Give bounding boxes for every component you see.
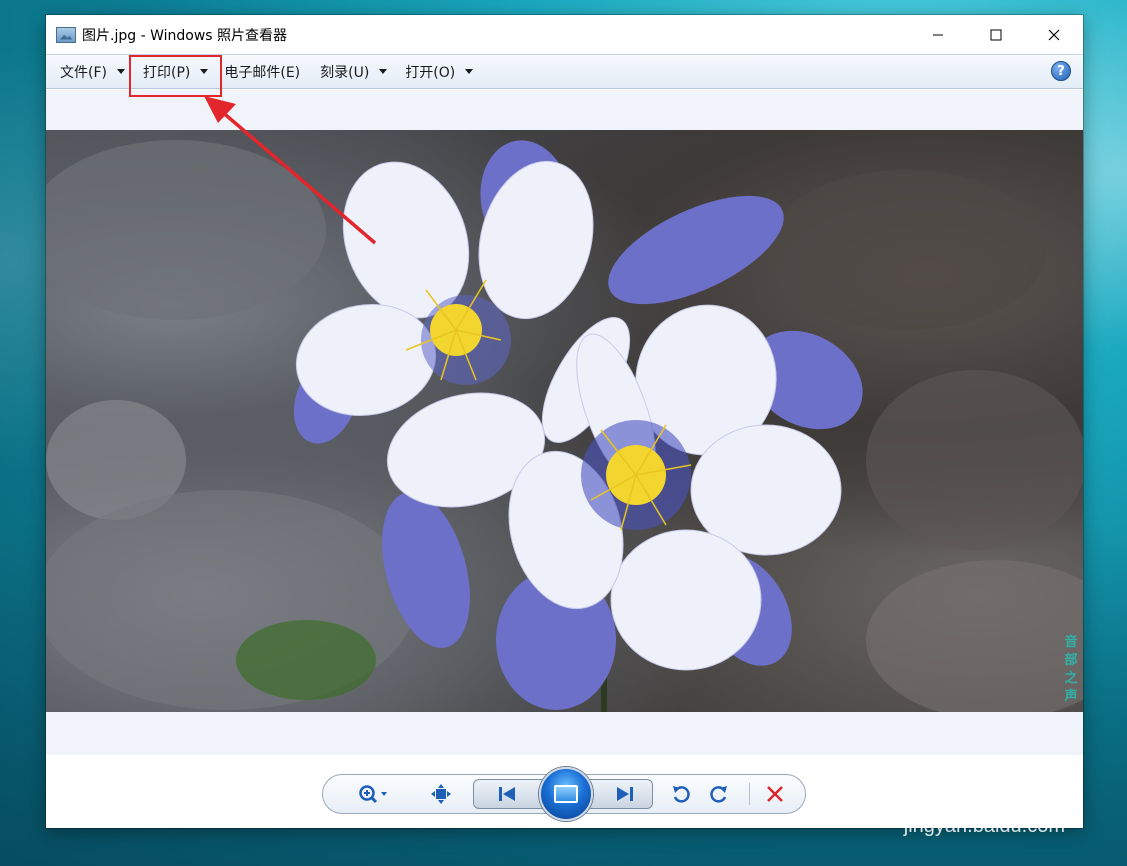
fit-to-window-button[interactable]: [423, 775, 459, 813]
chevron-down-icon: [465, 69, 474, 74]
menu-file-label: 文件(F): [60, 64, 107, 81]
chevron-down-icon: [116, 69, 125, 74]
minimize-button[interactable]: [909, 15, 967, 54]
menu-open[interactable]: 打开(O): [401, 54, 477, 89]
menu-burn[interactable]: 刻录(U): [316, 54, 391, 89]
menu-open-label: 打开(O): [405, 64, 456, 81]
toolbar-separator: [749, 783, 750, 805]
minimize-icon: [933, 34, 943, 35]
maximize-button[interactable]: [967, 15, 1025, 54]
rotate-clockwise-icon: [710, 786, 727, 803]
next-icon: [617, 787, 633, 801]
rotate-counterclockwise-icon: [673, 786, 690, 803]
baidu-watermark-url: jingyan.baidu.com: [903, 815, 1065, 837]
flower-photo: 音部之声: [46, 130, 1083, 712]
window-title: 图片.jpg - Windows 照片查看器: [82, 27, 288, 44]
delete-icon: [767, 786, 783, 802]
flower-illustration: [46, 140, 1083, 712]
menu-file[interactable]: 文件(F): [56, 54, 129, 89]
title-bar: 图片.jpg - Windows 照片查看器: [46, 15, 1083, 54]
baidu-watermark-brand: Baidu经验: [876, 762, 1065, 804]
previous-button[interactable]: [487, 775, 527, 813]
image-display-area: 音部之声: [46, 90, 1083, 755]
next-button[interactable]: [605, 775, 645, 813]
photo-viewer-app-icon: [56, 26, 76, 43]
image-watermark: 音部之声: [1064, 635, 1078, 704]
zoom-icon: [359, 785, 387, 804]
slideshow-icon: [554, 785, 578, 803]
menu-burn-label: 刻录(U): [320, 64, 370, 81]
menu-email-label: 电子邮件(E): [224, 64, 301, 81]
slideshow-button[interactable]: [539, 767, 593, 821]
previous-icon: [499, 787, 515, 801]
close-button[interactable]: [1025, 15, 1083, 54]
delete-button[interactable]: [759, 775, 791, 813]
annotation-highlight-box: [129, 55, 222, 97]
rotate-counterclockwise-button[interactable]: [665, 775, 697, 813]
menu-email[interactable]: 电子邮件(E): [220, 54, 304, 89]
photo-viewer-window: 图片.jpg - Windows 照片查看器 文件(F) 打印(P) 电子邮件(…: [46, 15, 1083, 828]
window-controls: [909, 15, 1083, 54]
rotate-clockwise-button[interactable]: [703, 775, 735, 813]
fit-to-window-icon: [431, 784, 451, 804]
playback-controls: [322, 767, 806, 821]
maximize-icon: [990, 29, 1002, 40]
close-icon: [1048, 29, 1060, 40]
zoom-button[interactable]: [353, 775, 393, 813]
chevron-down-icon: [379, 69, 388, 74]
help-icon[interactable]: ?: [1051, 61, 1071, 81]
